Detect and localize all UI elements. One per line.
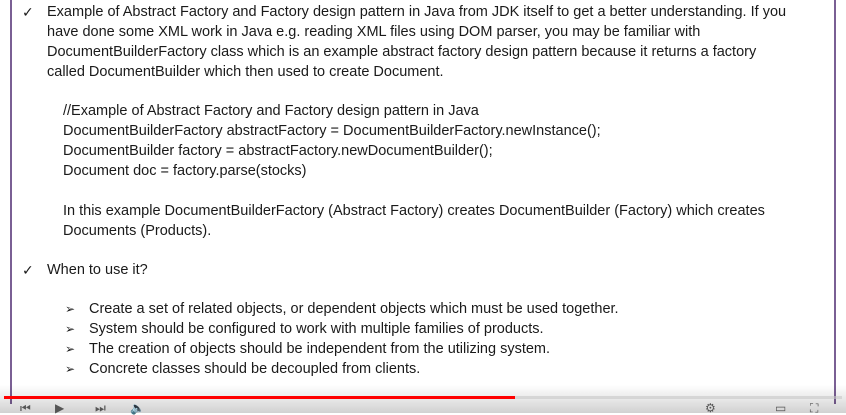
bullet2-heading: When to use it? (47, 262, 148, 278)
bullet1-line-3: DocumentBuilderFactory class which is an… (47, 44, 757, 60)
checkmark-icon: ✓ (22, 4, 34, 20)
arrow-bullet-icon: ➢ (65, 342, 76, 356)
settings-icon[interactable]: ⚙ (705, 402, 716, 414)
checkmark-icon: ✓ (22, 262, 34, 278)
arrow-bullet-icon: ➢ (65, 362, 76, 376)
code-line-2: DocumentBuilderFactory abstractFactory =… (63, 123, 601, 139)
progress-bar[interactable] (4, 396, 842, 399)
volume-icon[interactable]: 🔈 (130, 402, 145, 414)
bullet1-line-1: Example of Abstract Factory and Factory … (47, 4, 787, 20)
arrow-bullet-icon: ➢ (65, 322, 76, 336)
progress-bar-played (4, 396, 516, 399)
arrow-bullet-icon: ➢ (65, 302, 76, 316)
next-icon[interactable]: ⏭ (95, 402, 106, 414)
slide-content: ✓ Example of Abstract Factory and Factor… (10, 0, 836, 404)
bullet1-line-2: have done some XML work in Java e.g. rea… (47, 24, 701, 40)
theater-mode-icon[interactable]: ▭ (775, 402, 786, 414)
fullscreen-icon[interactable]: ⛶ (810, 402, 818, 414)
sub-item-1: Create a set of related objects, or depe… (89, 301, 619, 317)
sub-item-3: The creation of objects should be indepe… (89, 341, 551, 357)
explanation-line-1: In this example DocumentBuilderFactory (… (63, 203, 765, 219)
sub-item-2: System should be configured to work with… (89, 321, 544, 337)
code-line-1: //Example of Abstract Factory and Factor… (63, 103, 479, 119)
code-line-4: Document doc = factory.parse(stocks) (63, 163, 307, 179)
video-player-controls (0, 385, 846, 413)
explanation-line-2: Documents (Products). (63, 223, 212, 239)
play-icon[interactable]: ▶ (55, 402, 64, 414)
bullet1-line-4: called DocumentBuilder which then used t… (47, 64, 444, 80)
previous-icon[interactable]: ⏮ (20, 402, 31, 414)
code-line-3: DocumentBuilder factory = abstractFactor… (63, 143, 493, 159)
sub-item-4: Concrete classes should be decoupled fro… (89, 361, 421, 377)
